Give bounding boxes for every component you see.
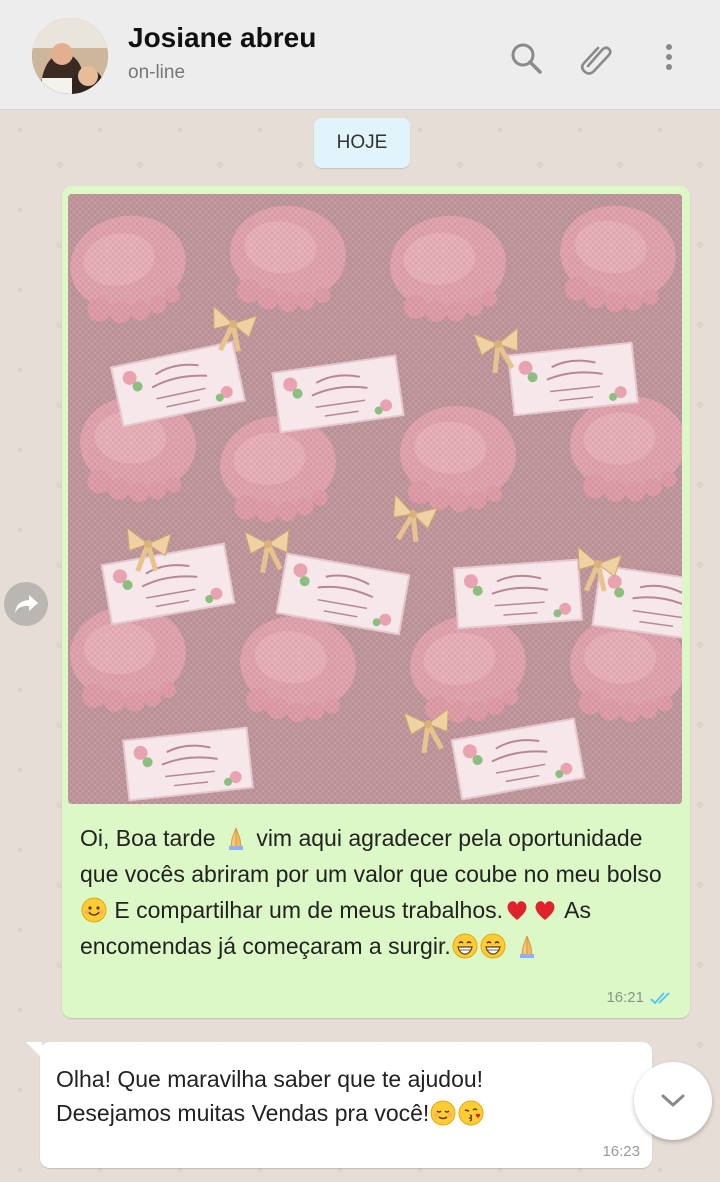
message-text-segment: E compartilhar um de meus trabalhos. — [114, 897, 504, 923]
message-line: Olha! Que maravilha saber que te ajudou! — [56, 1066, 484, 1092]
message-line: Desejamos muitas Vendas pra você! — [56, 1100, 430, 1126]
forward-button[interactable] — [4, 582, 48, 626]
search-icon[interactable] — [508, 40, 544, 76]
menu-icon[interactable] — [652, 40, 686, 76]
incoming-message-text: Olha! Que maravilha saber que te ajudou!… — [56, 1062, 485, 1130]
grinning-face-icon — [479, 933, 506, 959]
outgoing-message[interactable]: Oi, Boa tarde vim aqui agradecer pela op… — [62, 186, 690, 1018]
message-time: 16:21 — [606, 989, 644, 1006]
contact-name[interactable]: Josiane abreu — [128, 22, 316, 54]
outgoing-message-text: Oi, Boa tarde vim aqui agradecer pela op… — [80, 820, 680, 964]
contact-status: on-line — [128, 62, 186, 83]
face-blowing-kiss-icon — [458, 1100, 485, 1126]
bubble-tail — [26, 1042, 42, 1058]
smiling-face-icon — [81, 897, 107, 923]
double-check-icon — [650, 991, 670, 1004]
contact-avatar[interactable] — [32, 18, 108, 94]
folded-hands-icon — [519, 935, 535, 959]
incoming-message[interactable]: Olha! Que maravilha saber que te ajudou!… — [26, 1042, 652, 1168]
attach-icon[interactable] — [578, 40, 614, 76]
message-time: 16:23 — [602, 1143, 640, 1160]
red-heart-icon — [507, 901, 527, 920]
grinning-face-icon — [451, 933, 478, 959]
relieved-face-icon — [430, 1100, 457, 1126]
date-chip: HOJE — [314, 118, 410, 168]
folded-hands-icon — [228, 827, 244, 851]
message-photo[interactable] — [68, 194, 682, 804]
scroll-down-button[interactable] — [634, 1062, 712, 1140]
message-line-2: Desejamos muitas Vendas pra você! — [56, 1096, 485, 1130]
chevron-down-icon — [661, 1094, 685, 1108]
chat-area[interactable]: HOJE Oi, Boa tarde vim aqui agradecer pe… — [0, 110, 720, 1182]
red-heart-icon — [535, 901, 555, 920]
chat-header: Josiane abreu on-line — [0, 0, 720, 110]
outgoing-message-meta: 16:21 — [606, 989, 674, 1006]
forward-icon — [15, 595, 38, 613]
message-text-segment: Oi, Boa tarde — [80, 825, 216, 851]
